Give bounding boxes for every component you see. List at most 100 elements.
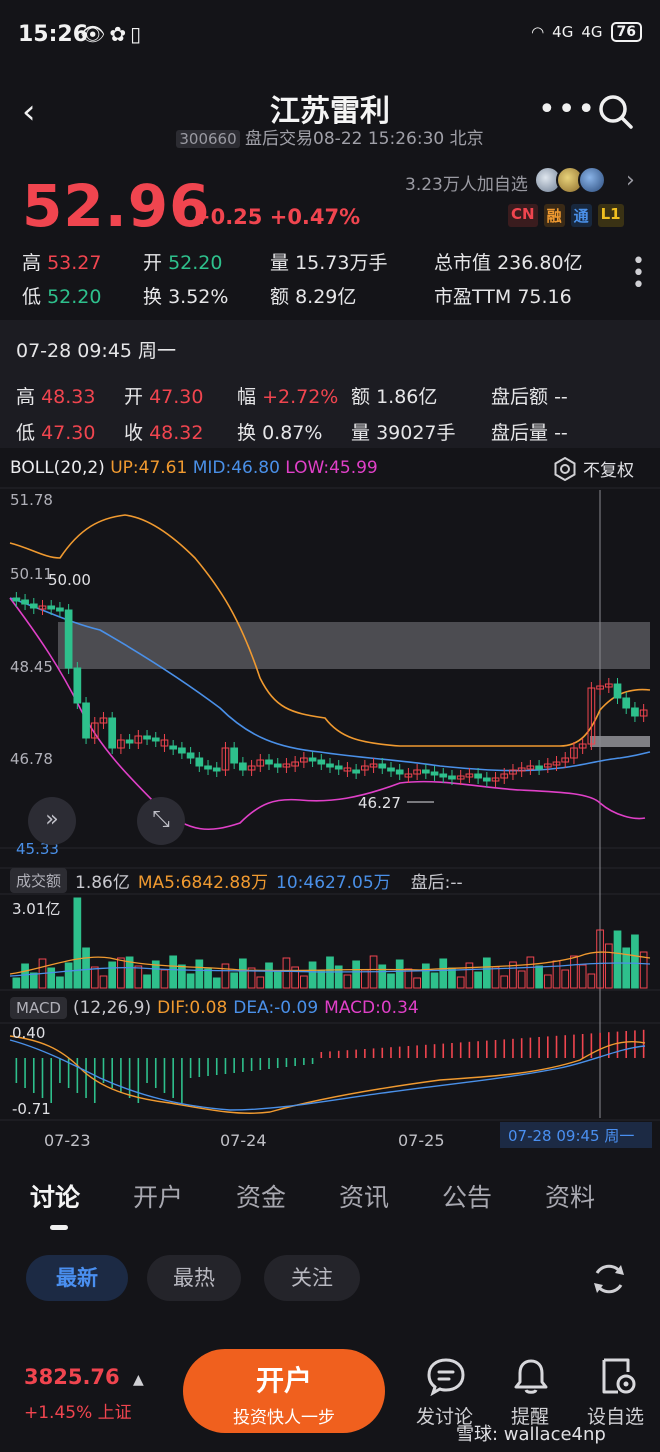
volume-ma5: MA5:6842.88万 bbox=[137, 873, 269, 893]
kline-chart[interactable]: 51.78 50.11 48.45 46.78 45.33 50.00 46.2… bbox=[0, 448, 660, 1158]
volume-bar bbox=[29, 972, 38, 989]
y-tick: 48.45 bbox=[10, 658, 53, 676]
volume-bar bbox=[273, 971, 282, 989]
candle bbox=[56, 607, 64, 612]
watchers-count[interactable]: 3.23万人加自选 bbox=[405, 170, 528, 195]
stat-amount: 额 8.29亿 bbox=[270, 282, 356, 309]
index-value[interactable]: 3825.76 ▲ bbox=[24, 1365, 144, 1389]
candle bbox=[622, 697, 631, 709]
badge-margin: 融 bbox=[543, 204, 565, 227]
open-account-sublabel: 投资快人一步 bbox=[233, 1408, 335, 1428]
fullscreen-button[interactable]: ⤡ bbox=[137, 797, 185, 845]
tab-announcements[interactable]: 公告 bbox=[442, 1178, 492, 1214]
candle bbox=[421, 769, 430, 774]
detail-ah-amount: 盘后额 -- bbox=[491, 382, 568, 409]
detail-datetime: 07-28 09:45 周一 bbox=[16, 340, 177, 362]
volume-max-label: 3.01亿 bbox=[12, 900, 60, 918]
watcher-avatars[interactable] bbox=[534, 166, 606, 194]
volume-tag[interactable]: 成交额 bbox=[10, 868, 68, 893]
volume-bar bbox=[543, 974, 552, 989]
kebab-menu-icon[interactable]: • • • bbox=[632, 251, 645, 297]
tab-capital[interactable]: 资金 bbox=[236, 1178, 286, 1214]
macd-histogram bbox=[15, 1029, 645, 1103]
stat-open: 开 52.20 bbox=[143, 248, 222, 275]
filter-hot[interactable]: 最热 bbox=[147, 1255, 241, 1301]
detail-turnover: 换 0.87% bbox=[237, 418, 322, 445]
badge-l1: L1 bbox=[597, 204, 624, 227]
candle bbox=[12, 597, 21, 602]
y-tick: 46.78 bbox=[10, 750, 53, 768]
candle bbox=[308, 757, 317, 762]
chevron-right-icon[interactable]: › bbox=[626, 168, 635, 193]
market-badges: CN 融 通 L1 bbox=[508, 204, 624, 227]
candle bbox=[430, 771, 439, 776]
tab-news[interactable]: 资讯 bbox=[339, 1178, 389, 1214]
stat-mktcap-value: 236.80亿 bbox=[497, 252, 583, 274]
filter-following[interactable]: 关注 bbox=[264, 1255, 360, 1301]
filter-latest[interactable]: 最新 bbox=[26, 1255, 128, 1301]
volume-bar bbox=[378, 964, 387, 989]
macd-params: (12,26,9) bbox=[72, 998, 152, 1018]
wifi-icon: ◠ bbox=[531, 23, 545, 41]
volume-bar bbox=[360, 969, 369, 989]
candle bbox=[448, 775, 456, 780]
tab-profile[interactable]: 资料 bbox=[545, 1178, 595, 1214]
detail-amplitude-label: 幅 bbox=[237, 386, 257, 408]
detail-amount-label: 额 bbox=[351, 386, 371, 408]
candle bbox=[474, 773, 482, 779]
macd-tag[interactable]: MACD bbox=[10, 997, 67, 1019]
volume-bar bbox=[178, 964, 186, 989]
macd-legend[interactable]: MACD (12,26,9) DIF:0.08 DEA:-0.09 MACD:0… bbox=[10, 997, 419, 1019]
more-icon[interactable]: ••• bbox=[538, 92, 597, 127]
detail-close: 收 48.32 bbox=[124, 418, 203, 445]
volume-bar bbox=[474, 971, 482, 989]
volume-bars bbox=[12, 897, 648, 989]
refresh-icon[interactable] bbox=[589, 1259, 629, 1299]
detail-high-label: 高 bbox=[16, 386, 36, 408]
detail-high: 高 48.33 bbox=[16, 382, 95, 409]
search-icon[interactable] bbox=[598, 94, 634, 130]
candle bbox=[334, 765, 343, 770]
candle bbox=[352, 769, 360, 774]
detail-turnover-label: 换 bbox=[237, 422, 257, 444]
stat-pe-value: 75.16 bbox=[517, 286, 572, 308]
volume-bar bbox=[300, 975, 308, 989]
candle bbox=[535, 765, 543, 770]
stat-volume-value: 15.73万手 bbox=[295, 252, 388, 274]
volume-bar bbox=[90, 966, 99, 989]
candle bbox=[108, 717, 117, 749]
volume-bar bbox=[160, 969, 169, 989]
status-right: ◠ 4G 4G 76 bbox=[531, 22, 642, 42]
stat-open-label: 开 bbox=[143, 252, 163, 274]
macd-max-label: 0.40 bbox=[12, 1024, 45, 1042]
stat-high-label: 高 bbox=[22, 252, 42, 274]
chart-grid bbox=[0, 487, 660, 1121]
open-account-button[interactable]: 开户 投资快人一步 bbox=[183, 1349, 385, 1433]
avatar bbox=[578, 166, 606, 194]
volume-bar bbox=[343, 974, 352, 989]
candle bbox=[378, 763, 387, 769]
stock-code: 300660 bbox=[176, 130, 240, 148]
tab-open-account[interactable]: 开户 bbox=[133, 1178, 183, 1214]
volume-bar bbox=[56, 976, 64, 989]
volume-bar bbox=[465, 962, 474, 989]
x-tick: 07-25 bbox=[398, 1131, 445, 1150]
expand-left-button[interactable]: » bbox=[28, 797, 76, 845]
candle bbox=[125, 739, 134, 744]
volume-bar bbox=[99, 975, 108, 989]
candle bbox=[439, 773, 448, 778]
candle bbox=[326, 763, 334, 768]
macd-min-label: -0.71 bbox=[12, 1100, 51, 1118]
bell-icon[interactable] bbox=[511, 1356, 551, 1396]
add-watchlist-icon[interactable] bbox=[598, 1356, 638, 1396]
max-price-note: 50.00 bbox=[48, 571, 91, 589]
detail-close-value: 48.32 bbox=[149, 422, 204, 444]
volume-legend[interactable]: 成交额 1.86亿 MA5:6842.88万 10:4627.05万 盘后:-- bbox=[10, 868, 463, 893]
stat-mktcap: 总市值 236.80亿 bbox=[434, 248, 583, 275]
last-price: 52.96 bbox=[22, 172, 211, 240]
volume-bar bbox=[230, 972, 239, 989]
watermark: 雪球: wallace4np bbox=[456, 1424, 606, 1445]
chat-icon[interactable] bbox=[426, 1356, 466, 1396]
volume-bar bbox=[517, 970, 526, 989]
tab-discussion[interactable]: 讨论 bbox=[30, 1178, 80, 1214]
